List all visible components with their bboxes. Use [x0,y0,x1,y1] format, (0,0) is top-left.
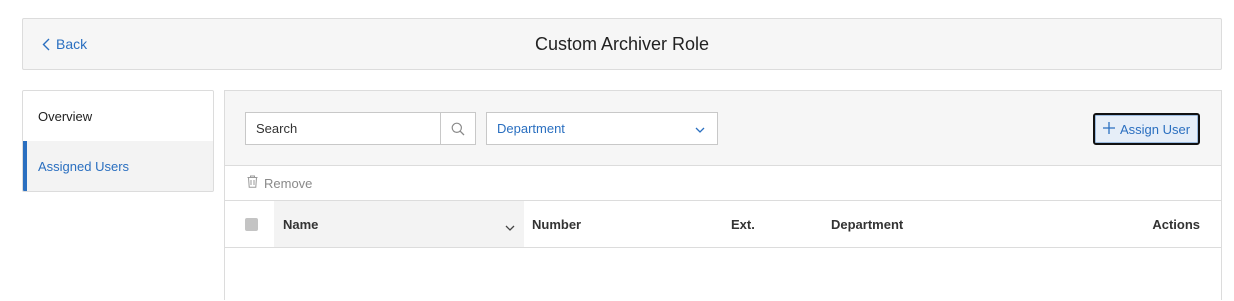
assign-user-button[interactable]: Assign User [1093,113,1200,145]
trash-icon [247,175,258,191]
table-header: Name Number Ext. Department Actions [225,201,1221,248]
page-header: Back Custom Archiver Role [22,18,1222,70]
page-title: Custom Archiver Role [534,34,710,54]
assign-user-label: Assign User [1119,121,1191,137]
bulk-action-bar: Remove [225,166,1221,201]
column-header-name[interactable]: Name [283,217,318,232]
plus-icon [1102,121,1115,137]
chevron-down-icon [695,121,705,136]
toolbar: Department Assign User [225,91,1221,166]
column-header-number[interactable]: Number [532,217,581,232]
assigned-users-panel: Department Assign User Remove Name Numbe… [224,90,1222,300]
search-input[interactable] [246,113,440,144]
column-header-ext[interactable]: Ext. [731,217,755,232]
column-header-department[interactable]: Department [831,217,903,232]
column-header-actions: Actions [1152,217,1200,232]
nav-item-label: Overview [38,108,93,124]
search-icon[interactable] [440,113,475,144]
department-select[interactable]: Department [486,112,718,145]
nav-item-assigned-users[interactable]: Assigned Users [23,141,213,191]
chevron-down-icon[interactable] [505,219,515,234]
table-body [225,248,1221,301]
nav-item-label: Assigned Users [38,158,130,174]
remove-button[interactable]: Remove [247,175,312,191]
remove-label: Remove [264,175,313,191]
search-box [245,112,476,145]
nav-item-overview[interactable]: Overview [23,91,213,141]
select-all-checkbox[interactable] [245,218,258,231]
side-navigation: Overview Assigned Users [22,90,214,192]
department-select-value: Department [497,121,565,136]
